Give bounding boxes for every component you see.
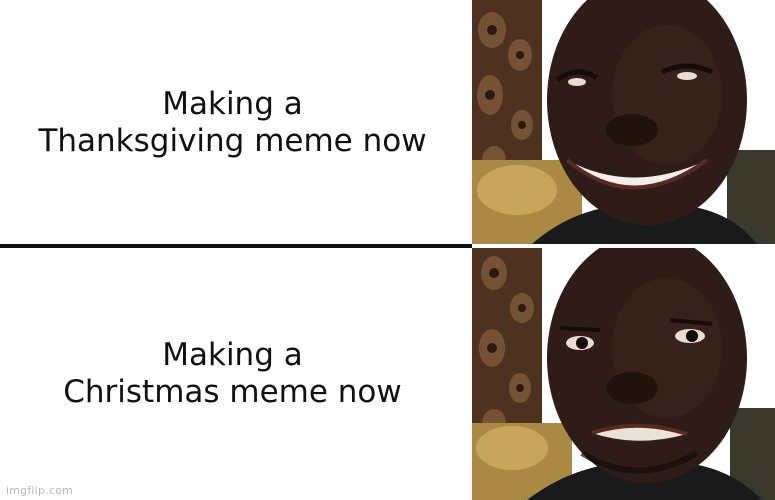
top-caption-line-1: Making a	[162, 85, 303, 122]
bottom-caption-line-1: Making a	[162, 337, 303, 373]
happy-man-illustration	[472, 0, 775, 244]
happy-man-photo	[472, 0, 775, 244]
bottom-caption-line-2: Christmas meme now	[63, 374, 402, 410]
disappointed-man-illustration	[472, 248, 775, 500]
meme-image: Making a Thanksgiving meme now Making a …	[0, 0, 775, 500]
imgflip-watermark: imgflip.com	[6, 484, 73, 497]
top-caption: Making a Thanksgiving meme now	[0, 0, 465, 245]
top-caption-line-2: Thanksgiving meme now	[38, 122, 427, 159]
bottom-caption: Making a Christmas meme now	[0, 250, 465, 498]
panel-divider	[0, 244, 472, 248]
disappointed-man-photo	[472, 248, 775, 500]
